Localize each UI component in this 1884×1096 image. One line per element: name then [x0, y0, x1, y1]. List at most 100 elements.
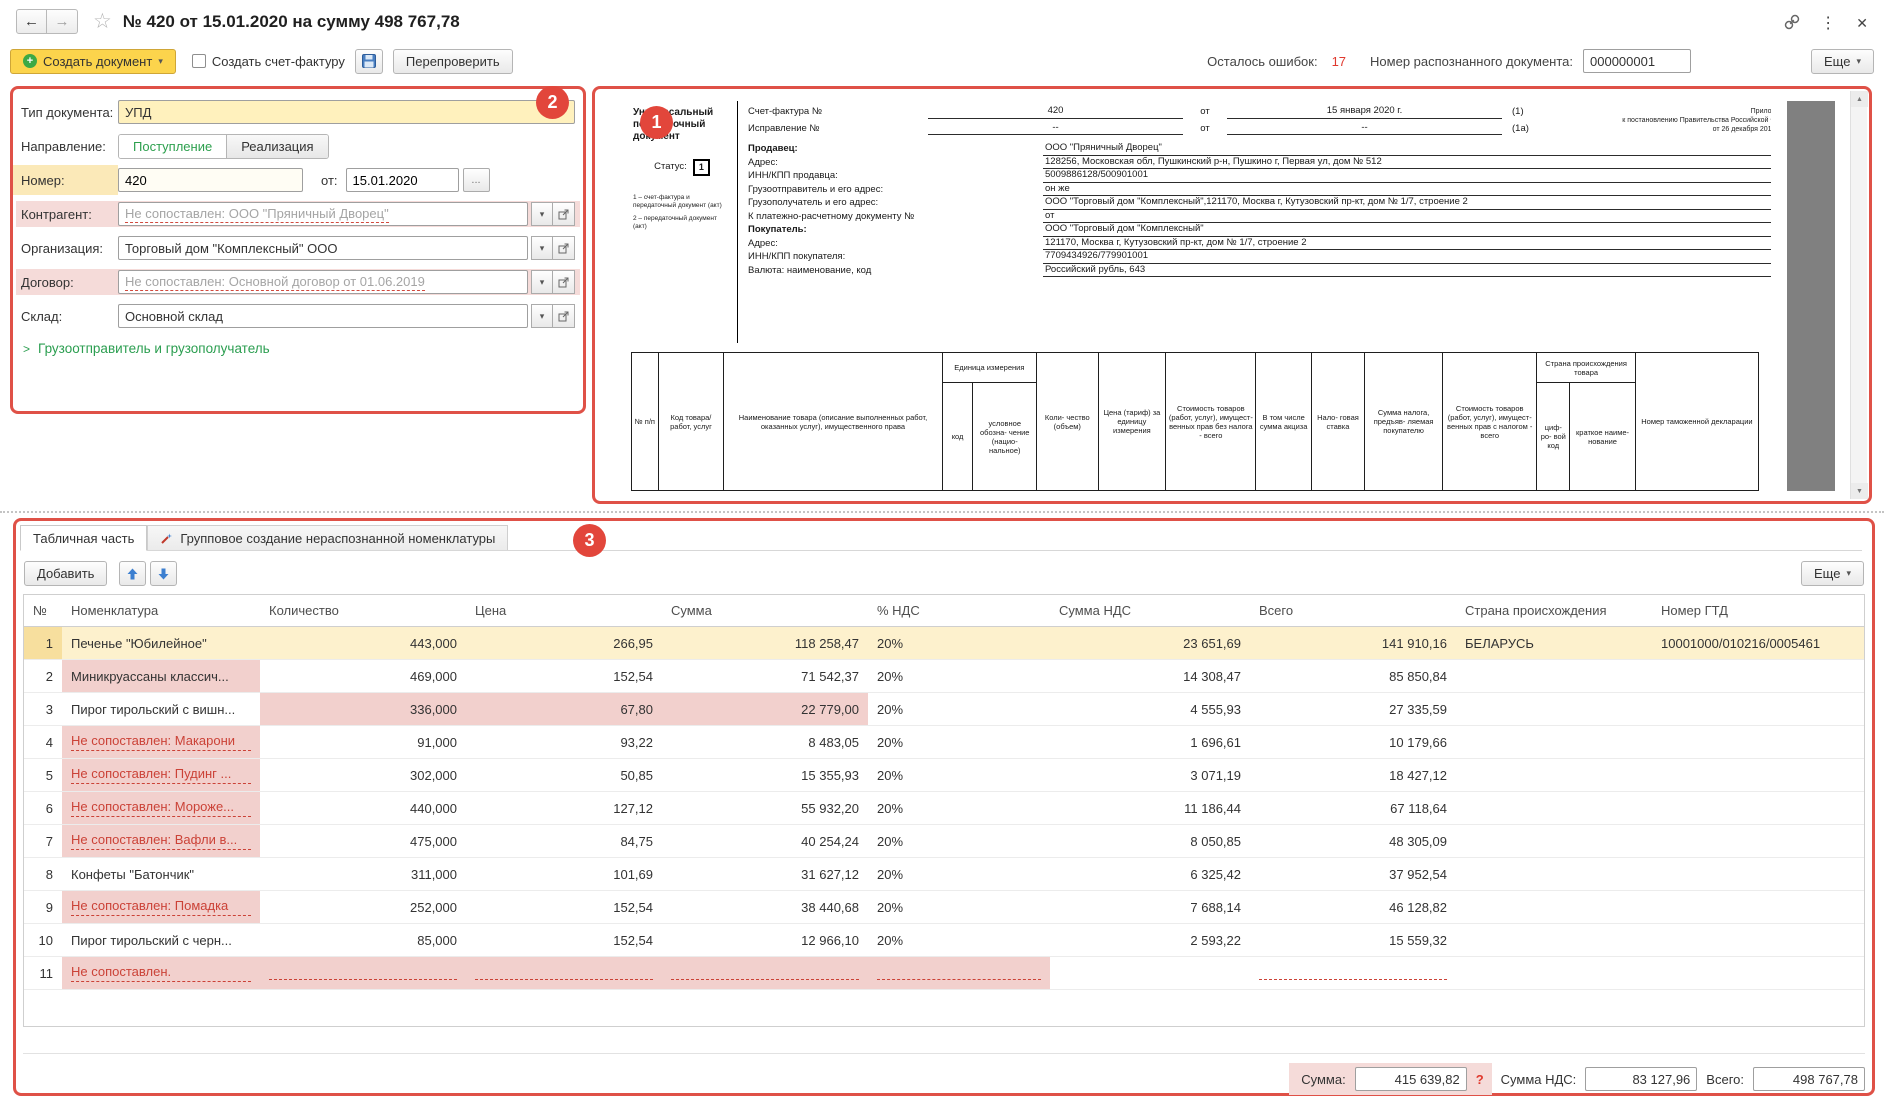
cell-qty[interactable]: 469,000	[260, 660, 466, 693]
contract-field[interactable]: Не сопоставлен: Основной договор от 01.0…	[118, 270, 528, 294]
number-input[interactable]	[118, 168, 303, 192]
table-row[interactable]: 5Не сопоставлен: Пудинг ...302,00050,851…	[24, 759, 1864, 792]
cell-qty[interactable]: 336,000	[260, 693, 466, 726]
cell-qty[interactable]: 443,000	[260, 627, 466, 660]
cell-gtd[interactable]	[1652, 891, 1864, 924]
sum-question-mark[interactable]: ?	[1476, 1072, 1486, 1087]
cell-qty[interactable]: 440,000	[260, 792, 466, 825]
cell-sum[interactable]: 55 932,20	[662, 792, 868, 825]
cell-vat_sum[interactable]	[1050, 957, 1250, 990]
cell-country[interactable]: БЕЛАРУСЬ	[1456, 627, 1652, 660]
cell-gtd[interactable]	[1652, 858, 1864, 891]
cell-name[interactable]: Не сопоставлен: Вафли в...	[62, 825, 260, 858]
move-down-button[interactable]	[150, 561, 177, 586]
col-nomenclature[interactable]: Номенклатура	[62, 595, 260, 627]
counterparty-dropdown-button[interactable]: ▾	[531, 202, 553, 226]
cell-vat[interactable]: 20%	[868, 858, 1050, 891]
warehouse-open-button[interactable]	[553, 304, 575, 328]
cell-num[interactable]: 1	[24, 627, 62, 660]
cell-qty[interactable]: 311,000	[260, 858, 466, 891]
cell-vat[interactable]: 20%	[868, 693, 1050, 726]
cell-num[interactable]: 11	[24, 957, 62, 990]
cell-country[interactable]	[1456, 792, 1652, 825]
col-total[interactable]: Всего	[1250, 595, 1456, 627]
tab-tabular-part[interactable]: Табличная часть	[20, 525, 147, 551]
cell-num[interactable]: 6	[24, 792, 62, 825]
cell-country[interactable]	[1456, 957, 1652, 990]
cell-name[interactable]: Пирог тирольский с вишн...	[62, 693, 260, 726]
cell-price[interactable]: 50,85	[466, 759, 662, 792]
cell-gtd[interactable]	[1652, 759, 1864, 792]
cell-sum[interactable]: 12 966,10	[662, 924, 868, 957]
sum-total-input[interactable]	[1355, 1067, 1467, 1091]
menu-kebab-icon[interactable]: ⋮	[1820, 13, 1836, 33]
grand-total-input[interactable]	[1753, 1067, 1865, 1091]
cell-price[interactable]: 67,80	[466, 693, 662, 726]
cell-country[interactable]	[1456, 858, 1652, 891]
cell-gtd[interactable]	[1652, 957, 1864, 990]
cell-country[interactable]	[1456, 759, 1652, 792]
cell-vat[interactable]: 20%	[868, 660, 1050, 693]
create-document-button[interactable]: + Создать документ ▾	[10, 49, 176, 74]
cell-total[interactable]: 10 179,66	[1250, 726, 1456, 759]
cell-vat_sum[interactable]: 14 308,47	[1050, 660, 1250, 693]
table-row[interactable]: 10Пирог тирольский с черн...85,000152,54…	[24, 924, 1864, 957]
cell-price[interactable]: 152,54	[466, 891, 662, 924]
vat-total-input[interactable]	[1585, 1067, 1697, 1091]
cell-name[interactable]: Не сопоставлен: Мороже...	[62, 792, 260, 825]
cell-qty[interactable]	[260, 957, 466, 990]
create-invoice-checkbox[interactable]	[192, 54, 206, 68]
cell-sum[interactable]: 31 627,12	[662, 858, 868, 891]
cell-country[interactable]	[1456, 660, 1652, 693]
col-price[interactable]: Цена	[466, 595, 662, 627]
table-row[interactable]: 4Не сопоставлен: Макарони91,00093,228 48…	[24, 726, 1864, 759]
col-vat-sum[interactable]: Сумма НДС	[1050, 595, 1250, 627]
cell-country[interactable]	[1456, 924, 1652, 957]
cell-total[interactable]	[1250, 957, 1456, 990]
warehouse-field[interactable]: Основной склад	[118, 304, 528, 328]
recognized-number-input[interactable]	[1583, 49, 1691, 73]
cell-country[interactable]	[1456, 693, 1652, 726]
cell-total[interactable]: 18 427,12	[1250, 759, 1456, 792]
cell-total[interactable]: 46 128,82	[1250, 891, 1456, 924]
date-picker-button[interactable]: ...	[463, 168, 490, 192]
cell-name[interactable]: Не сопоставлен: Пудинг ...	[62, 759, 260, 792]
cell-vat_sum[interactable]: 3 071,19	[1050, 759, 1250, 792]
cell-total[interactable]: 67 118,64	[1250, 792, 1456, 825]
cell-price[interactable]: 101,69	[466, 858, 662, 891]
cell-num[interactable]: 8	[24, 858, 62, 891]
cell-price[interactable]: 152,54	[466, 924, 662, 957]
cell-sum[interactable]: 40 254,24	[662, 825, 868, 858]
organization-field[interactable]: Торговый дом "Комплексный" ООО	[118, 236, 528, 260]
cell-sum[interactable]: 38 440,68	[662, 891, 868, 924]
cell-vat_sum[interactable]: 8 050,85	[1050, 825, 1250, 858]
cell-sum[interactable]: 15 355,93	[662, 759, 868, 792]
cell-name[interactable]: Конфеты "Батончик"	[62, 858, 260, 891]
cell-price[interactable]: 152,54	[466, 660, 662, 693]
cell-gtd[interactable]	[1652, 693, 1864, 726]
cell-num[interactable]: 5	[24, 759, 62, 792]
col-quantity[interactable]: Количество	[260, 595, 466, 627]
table-row[interactable]: 7Не сопоставлен: Вафли в...475,00084,754…	[24, 825, 1864, 858]
cell-total[interactable]: 27 335,59	[1250, 693, 1456, 726]
save-button[interactable]	[355, 49, 383, 74]
cell-price[interactable]	[466, 957, 662, 990]
table-row[interactable]: 8Конфеты "Батончик"311,000101,6931 627,1…	[24, 858, 1864, 891]
more-button-items[interactable]: Еще ▾	[1801, 561, 1864, 586]
close-icon[interactable]: ✕	[1856, 15, 1868, 32]
cell-vat[interactable]	[868, 957, 1050, 990]
cell-vat[interactable]: 20%	[868, 792, 1050, 825]
cell-vat[interactable]: 20%	[868, 825, 1050, 858]
col-country[interactable]: Страна происхождения	[1456, 595, 1652, 627]
cell-qty[interactable]: 302,000	[260, 759, 466, 792]
cell-name[interactable]: Не сопоставлен: Макарони	[62, 726, 260, 759]
cell-gtd[interactable]	[1652, 660, 1864, 693]
preview-scrollbar[interactable]: ▲ ▼	[1850, 91, 1867, 499]
favorite-star-icon[interactable]: ☆	[93, 9, 112, 34]
warehouse-dropdown-button[interactable]: ▾	[531, 304, 553, 328]
cell-country[interactable]	[1456, 891, 1652, 924]
cell-gtd[interactable]	[1652, 792, 1864, 825]
cell-gtd[interactable]	[1652, 825, 1864, 858]
doc-type-field[interactable]: УПД	[118, 100, 575, 124]
move-up-button[interactable]	[119, 561, 146, 586]
